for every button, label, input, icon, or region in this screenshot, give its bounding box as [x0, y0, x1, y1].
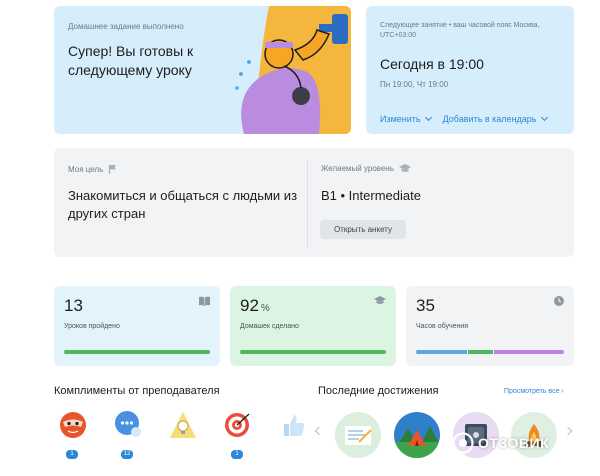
goal-text: Знакомиться и общаться с людьми из други…	[68, 188, 298, 221]
stat-card-homework: 92% Домашек сделано	[230, 286, 396, 366]
add-to-calendar-link[interactable]: Добавить в календарь	[442, 113, 548, 124]
chevron-down-icon	[424, 113, 432, 122]
clock-icon	[554, 296, 564, 306]
stat-label: Уроков пройдено	[64, 323, 120, 330]
stat-value: 13	[64, 296, 83, 316]
carousel-prev-arrow[interactable]	[314, 426, 324, 436]
next-lesson-card: Следующее занятие • ваш часовой пояс Мос…	[366, 6, 574, 134]
achievement-badge[interactable]	[394, 412, 440, 458]
superhero-mask-icon	[60, 412, 86, 438]
book-icon	[199, 296, 210, 306]
add-to-calendar-label: Добавить в календарь	[442, 114, 537, 124]
compliment-count-badge: 1	[231, 450, 243, 459]
stat-card-lessons: 13 Уроков пройдено	[54, 286, 220, 366]
stat-number: 35	[416, 296, 435, 315]
homework-card: Домашнее задание выполнено Супер! Вы гот…	[54, 6, 351, 134]
compliment-count-badge: 1	[66, 450, 78, 459]
stat-card-hours: 35 Часов обучения	[406, 286, 574, 366]
compliment-item[interactable]: 1	[56, 408, 90, 459]
watermark-text: ОТЗОВИК	[478, 435, 550, 451]
stat-label: Домашек сделано	[240, 323, 299, 330]
level-label-row: Желаемый уровень	[321, 164, 411, 173]
watermark-logo: ОТЗОВИК	[452, 432, 549, 454]
carousel-next-arrow[interactable]	[563, 426, 573, 436]
speech-bubble-icon	[115, 411, 141, 437]
homework-progress-bar	[240, 350, 386, 354]
compliment-item[interactable]: 12	[111, 408, 145, 459]
open-form-button[interactable]: Открыть анкету	[320, 220, 406, 239]
hours-progress-bar	[416, 350, 564, 354]
stat-label: Часов обучения	[416, 323, 469, 330]
goal-label-row: Моя цель	[68, 164, 117, 174]
goal-card: Моя цель Знакомиться и общаться с людьми…	[54, 148, 574, 257]
compliment-count-badge: 12	[121, 450, 133, 459]
camping-tent-icon	[394, 426, 440, 458]
compliment-item[interactable]	[276, 408, 310, 458]
change-schedule-link[interactable]: Изменить	[380, 113, 432, 124]
achievement-badge[interactable]	[335, 412, 381, 458]
athlete-illustration	[235, 6, 351, 134]
stat-number: 92	[240, 296, 259, 315]
graduation-cap-icon	[374, 296, 386, 304]
compliments-title: Комплименты от преподавателя	[54, 385, 220, 397]
chevron-down-icon	[540, 113, 548, 122]
goal-label: Моя цель	[68, 164, 104, 174]
lessons-progress-bar	[64, 350, 210, 354]
hours-bar-segment	[468, 350, 493, 354]
thumbs-up-icon	[284, 415, 305, 436]
compliment-item[interactable]	[166, 408, 200, 458]
homework-message: Супер! Вы готовы к следующему уроку	[68, 43, 194, 78]
target-level: B1 • Intermediate	[321, 188, 421, 203]
hours-bar-segment	[416, 350, 468, 354]
homework-status: Домашнее задание выполнено	[68, 22, 184, 31]
see-all-link[interactable]: Просмотреть все ›	[504, 388, 564, 395]
hours-bar-segment	[493, 350, 564, 354]
homework-progress-fill	[240, 350, 386, 354]
graduation-cap-icon	[398, 164, 411, 172]
divider	[307, 160, 308, 248]
notebook-icon	[345, 426, 372, 445]
watermark-badge-icon	[452, 432, 474, 454]
flag-icon	[109, 165, 117, 174]
level-label: Желаемый уровень	[321, 164, 394, 173]
stat-number: 13	[64, 296, 83, 315]
compliment-item[interactable]: 1	[221, 408, 255, 459]
target-icon	[225, 413, 250, 437]
lessons-progress-fill	[64, 350, 210, 354]
achievements-title: Последние достижения	[318, 385, 439, 397]
lesson-schedule: Пн 19:00, Чт 19:00	[380, 80, 449, 89]
next-lesson-time: Сегодня в 19:00	[380, 56, 484, 72]
stat-value: 92%	[240, 296, 270, 316]
stat-value: 35	[416, 296, 435, 316]
change-schedule-label: Изменить	[380, 114, 421, 124]
next-lesson-note: Следующее занятие • ваш часовой пояс Мос…	[380, 22, 540, 39]
lightbulb-icon	[170, 412, 196, 438]
stat-suffix: %	[260, 303, 270, 314]
